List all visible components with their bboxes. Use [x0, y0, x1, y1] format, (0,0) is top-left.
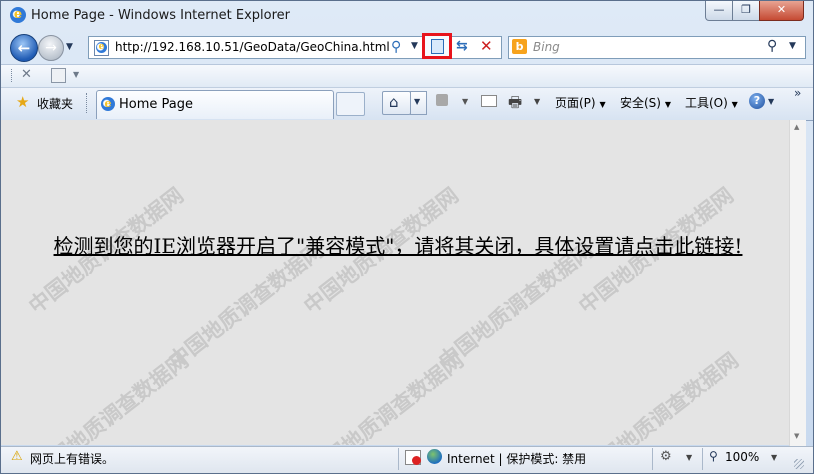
ie-logo-icon: e: [10, 7, 26, 23]
title-bar: e Home Page - Windows Internet Explorer: [1, 1, 813, 29]
home-icon: ⌂: [389, 93, 399, 111]
tools-menu[interactable]: 工具(O) ▼: [685, 94, 738, 111]
refresh-icon[interactable]: ⇆: [456, 38, 468, 54]
help-icon[interactable]: ?: [749, 93, 765, 109]
back-arrow-icon: ←: [17, 39, 31, 57]
minimize-button[interactable]: —: [705, 1, 733, 21]
bing-icon: b: [512, 39, 527, 54]
page-options-icon[interactable]: [51, 68, 66, 83]
rss-feed-icon[interactable]: [436, 94, 448, 106]
tab-ie-logo-icon: e: [101, 97, 115, 111]
home-chevron-down-icon: ▼: [414, 97, 421, 106]
forward-arrow-icon: →: [45, 40, 57, 56]
search-magnifier-icon[interactable]: ⚲: [767, 38, 777, 54]
watermark: 中国地质调查数据网: [579, 348, 743, 445]
search-placeholder[interactable]: Bing: [533, 40, 560, 54]
toolbar-grip: [11, 69, 14, 82]
safety-chevron-down-icon: ▼: [664, 100, 671, 109]
feeds-dropdown[interactable]: ▼: [462, 97, 468, 106]
restore-button[interactable]: ❐: [732, 1, 760, 21]
page-content: 中国地质调查数据网 中国地质调查数据网 中国地质调查数据网 中国地质调查数据网 …: [1, 120, 798, 445]
favorites-separator: [86, 93, 89, 113]
page-menu-label: 页面(P): [555, 96, 596, 110]
warning-icon[interactable]: ⚠: [11, 449, 23, 464]
search-box[interactable]: b Bing ⚲ ▼: [508, 36, 806, 59]
blocked-content-icon[interactable]: [405, 450, 421, 465]
status-separator: [702, 448, 703, 470]
broom-icon[interactable]: ⚲: [391, 39, 401, 55]
scroll-down-icon[interactable]: ▼: [794, 432, 799, 440]
window-title: Home Page - Windows Internet Explorer: [31, 8, 290, 23]
star-icon: ★: [16, 93, 30, 111]
watermark: 中国地质调查数据网: [304, 348, 468, 445]
safety-menu[interactable]: 安全(S) ▼: [620, 94, 671, 111]
compat-view-button[interactable]: [422, 33, 452, 59]
watermark: 中国地质调查数据网: [29, 348, 193, 445]
compat-view-icon: [431, 39, 444, 54]
tools-menu-label: 工具(O): [685, 96, 728, 110]
compat-mode-warning-link[interactable]: 检测到您的IE浏览器开启了"兼容模式"，请将其关闭，具体设置请点击此链接!: [8, 233, 788, 259]
zoom-icon: ⚲: [709, 449, 718, 463]
home-dropdown[interactable]: ▼: [410, 91, 427, 115]
vertical-scrollbar[interactable]: ▲ ▼: [789, 120, 806, 446]
url-text[interactable]: http://192.168.10.51/GeoData/GeoChina.ht…: [115, 40, 390, 54]
scroll-up-icon[interactable]: ▲: [794, 123, 799, 131]
home-button[interactable]: ⌂: [382, 91, 411, 115]
blocked-badge: [412, 456, 421, 465]
zoom-level[interactable]: 100%: [725, 450, 759, 464]
toolbar-row: ✕ ▼: [1, 64, 813, 87]
safety-menu-label: 安全(S): [620, 96, 661, 110]
error-status-text[interactable]: 网页上有错误。: [30, 450, 114, 467]
close-window-button[interactable]: ✕: [759, 1, 804, 21]
ie-small-logo-icon: e: [96, 42, 107, 53]
tab-home-page[interactable]: e Home Page: [96, 90, 334, 119]
protected-mode-icon[interactable]: ⚙: [660, 449, 672, 464]
page-icon: e: [94, 40, 109, 56]
page-chevron-down-icon: ▼: [599, 100, 606, 109]
address-dropdown[interactable]: ▼: [411, 41, 418, 51]
new-tab-button[interactable]: [336, 92, 365, 116]
favorites-button[interactable]: 收藏夹: [37, 95, 73, 112]
status-separator: [652, 448, 653, 470]
stop-icon[interactable]: ✕: [480, 37, 493, 55]
more-commands-button[interactable]: »: [794, 86, 801, 100]
status-separator: [398, 448, 399, 470]
mail-icon[interactable]: [481, 95, 497, 107]
tab-label: Home Page: [119, 97, 193, 112]
forward-button[interactable]: →: [38, 35, 64, 61]
search-dropdown[interactable]: ▼: [789, 41, 796, 51]
resize-grip[interactable]: [794, 459, 804, 469]
protected-mode-dropdown[interactable]: ▼: [686, 453, 692, 462]
tools-chevron-down-icon: ▼: [731, 100, 738, 109]
close-x-icon[interactable]: ✕: [21, 67, 32, 82]
help-dropdown[interactable]: ▼: [768, 97, 774, 106]
back-button[interactable]: ←: [10, 34, 38, 62]
globe-icon: [427, 449, 442, 464]
zone-status-text[interactable]: Internet | 保护模式: 禁用: [447, 450, 586, 467]
address-bar[interactable]: e http://192.168.10.51/GeoData/GeoChina.…: [88, 33, 502, 59]
page-menu[interactable]: 页面(P) ▼: [555, 94, 606, 111]
print-dropdown[interactable]: ▼: [534, 97, 540, 106]
zoom-dropdown[interactable]: ▼: [771, 453, 777, 462]
printer-icon[interactable]: 🖶: [508, 92, 522, 117]
history-dropdown[interactable]: ▼: [66, 42, 73, 52]
page-options-dropdown[interactable]: ▼: [73, 70, 79, 79]
